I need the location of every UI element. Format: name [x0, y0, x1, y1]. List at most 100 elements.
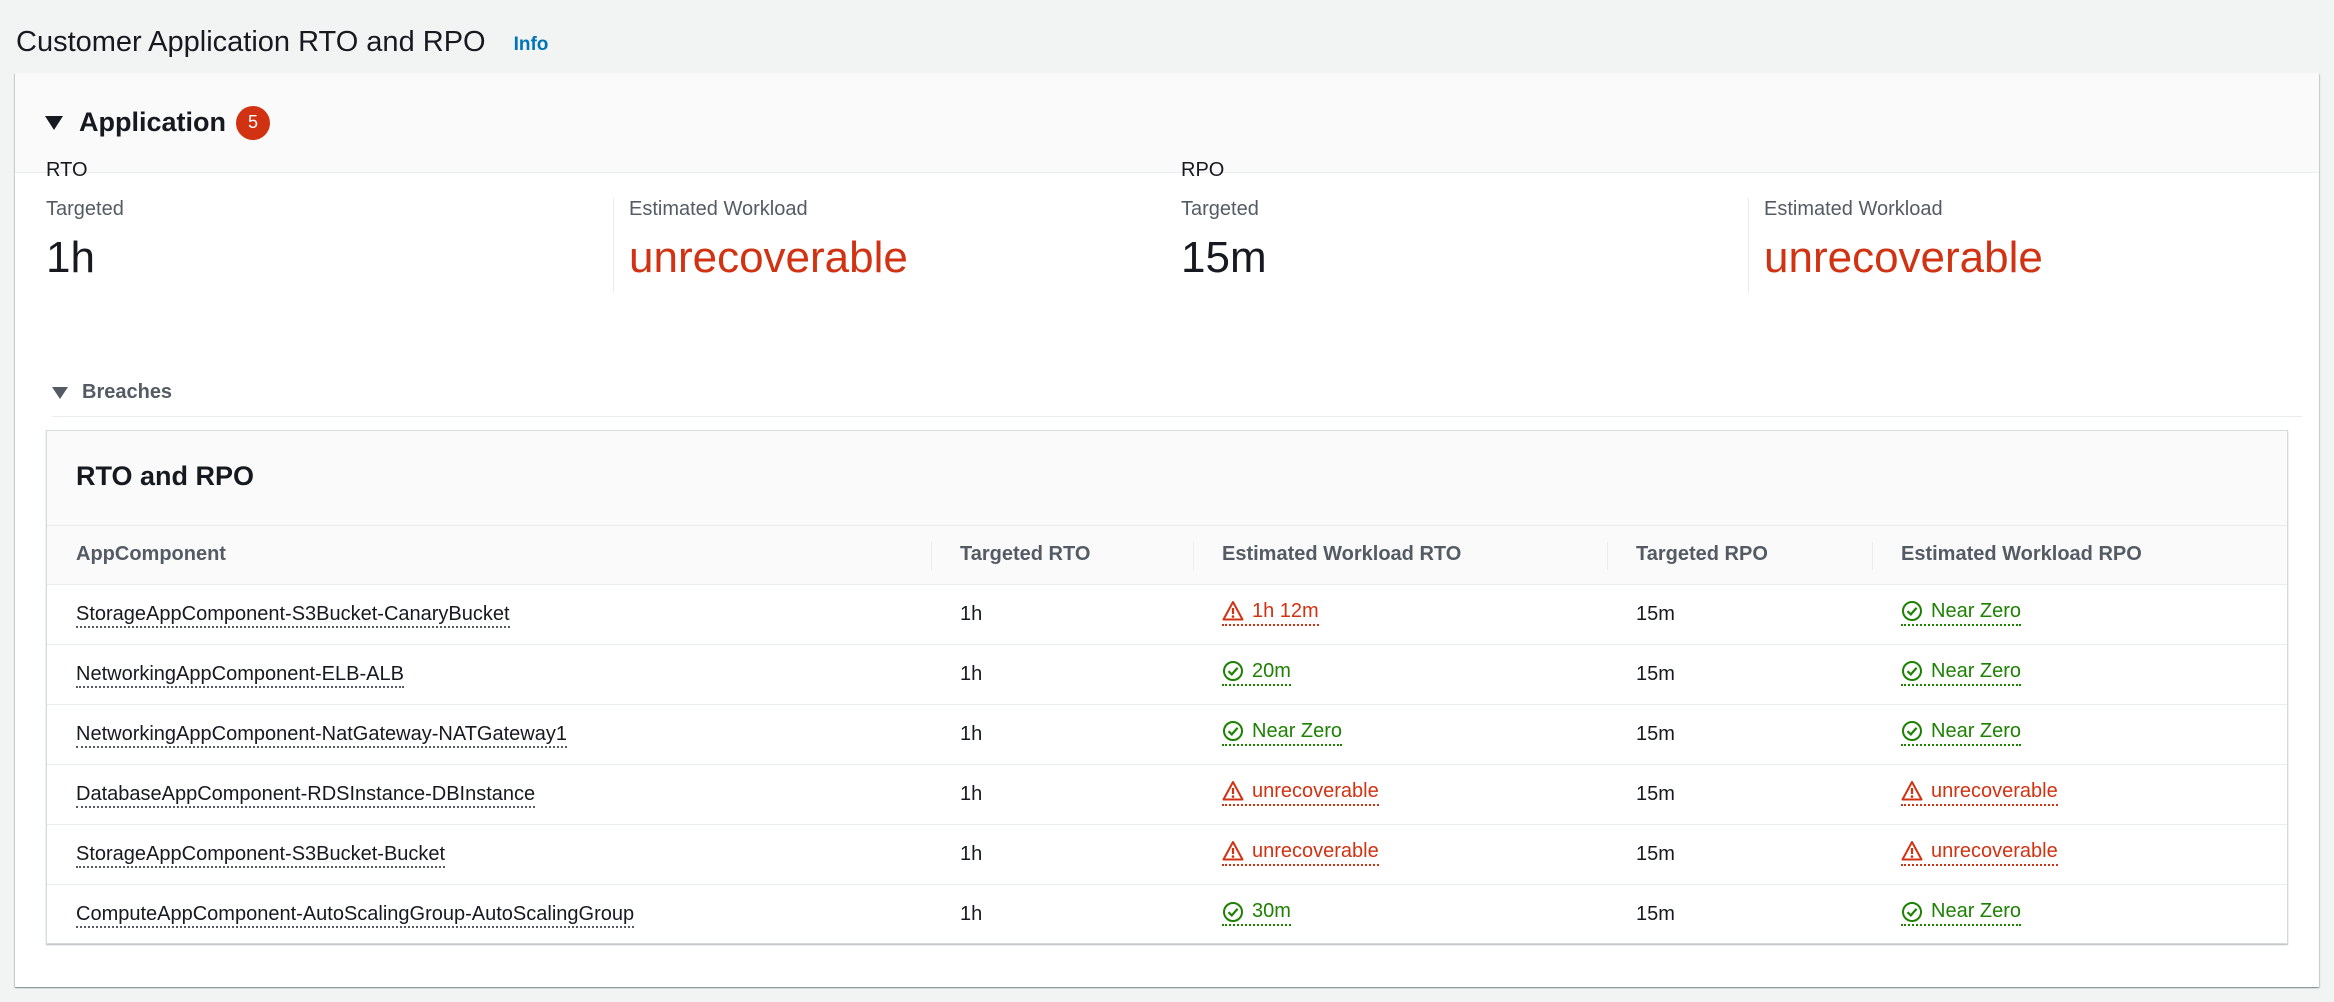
- estimated-rto-value: 20m: [1252, 659, 1291, 682]
- cell-estimated-rpo: Near Zero: [1872, 644, 2287, 705]
- status-warning-icon: [1901, 780, 1931, 802]
- estimated-rpo-value: Near Zero: [1931, 900, 2022, 922]
- estimated-rto-status[interactable]: unrecoverable: [1222, 840, 1379, 866]
- rpo-targeted-label: Targeted: [1181, 198, 1259, 220]
- estimated-rto-status[interactable]: Near Zero: [1222, 719, 1343, 746]
- column-header-appcomponent: AppComponent: [47, 526, 931, 585]
- cell-targeted-rto: 1h: [931, 584, 1193, 645]
- estimated-rpo-status[interactable]: Near Zero: [1901, 719, 2022, 746]
- caret-down-icon: [45, 115, 63, 130]
- rto-estimated-value: unrecoverable: [629, 233, 908, 282]
- status-success-icon: [1222, 720, 1252, 742]
- rpo-estimated-value: unrecoverable: [1764, 233, 2043, 282]
- breaches-label: Breaches: [82, 381, 173, 403]
- rto-rpo-table-card: RTO and RPO AppComponent Targeted RTO Es…: [46, 430, 2288, 944]
- estimated-rto-value: unrecoverable: [1252, 839, 1379, 862]
- application-title: Application: [79, 107, 226, 137]
- cell-targeted-rpo: 15m: [1607, 584, 1872, 645]
- estimated-rpo-status[interactable]: Near Zero: [1901, 659, 2022, 686]
- status-success-icon: [1901, 901, 1931, 923]
- caret-down-icon: [52, 386, 68, 399]
- cell-appcomponent: NetworkingAppComponent-ELB-ALB: [47, 644, 931, 705]
- cell-estimated-rto: 1h 12m: [1193, 584, 1607, 645]
- page-title: Customer Application RTO and RPO: [16, 25, 486, 58]
- appcomponent-link[interactable]: DatabaseAppComponent-RDSInstance-DBInsta…: [76, 782, 536, 808]
- cell-estimated-rpo: Near Zero: [1872, 584, 2287, 645]
- rto-estimated-label: Estimated Workload: [629, 198, 808, 220]
- table-row: StorageAppComponent-S3Bucket-Bucket 1h unr…: [47, 824, 2287, 885]
- column-header-estimated-rto: Estimated Workload RTO: [1193, 526, 1607, 585]
- cell-estimated-rto: 30m: [1193, 884, 1607, 944]
- appcomponent-link[interactable]: NetworkingAppComponent-ELB-ALB: [76, 662, 404, 688]
- cell-targeted-rto: 1h: [931, 824, 1193, 885]
- count-badge: 5: [236, 105, 270, 140]
- info-link[interactable]: Info: [514, 34, 549, 56]
- appcomponent-link[interactable]: ComputeAppComponent-AutoScalingGroup-Aut…: [76, 902, 635, 928]
- appcomponent-link[interactable]: NetworkingAppComponent-NatGateway-NATGat…: [76, 722, 567, 748]
- estimated-rpo-value: Near Zero: [1931, 719, 2022, 742]
- metrics-panel: RTO Targeted 1h Estimated Workload unrec…: [15, 159, 2319, 413]
- cell-appcomponent: StorageAppComponent-S3Bucket-Bucket: [47, 824, 931, 885]
- appcomponent-link[interactable]: StorageAppComponent-S3Bucket-Bucket: [76, 842, 446, 868]
- estimated-rpo-value: unrecoverable: [1931, 779, 2058, 802]
- estimated-rpo-value: Near Zero: [1931, 659, 2022, 682]
- table-header-area: RTO and RPO: [47, 431, 2287, 526]
- table-body: StorageAppComponent-S3Bucket-CanaryBucke…: [47, 584, 2287, 944]
- appcomponent-link[interactable]: StorageAppComponent-S3Bucket-CanaryBucke…: [76, 602, 510, 628]
- cell-appcomponent: StorageAppComponent-S3Bucket-CanaryBucke…: [47, 584, 931, 645]
- estimated-rto-status[interactable]: 1h 12m: [1222, 600, 1319, 626]
- estimated-rpo-status[interactable]: Near Zero: [1901, 900, 2022, 926]
- status-success-icon: [1901, 660, 1931, 682]
- estimated-rpo-status[interactable]: unrecoverable: [1901, 780, 2058, 806]
- breaches-divider: [52, 416, 2302, 417]
- status-success-icon: [1901, 600, 1931, 622]
- rto-targeted-value: 1h: [46, 233, 95, 282]
- cell-appcomponent: NetworkingAppComponent-NatGateway-NATGat…: [47, 704, 931, 765]
- rto-group-label: RTO: [46, 159, 88, 181]
- cell-targeted-rpo: 15m: [1607, 764, 1872, 825]
- estimated-rpo-status[interactable]: unrecoverable: [1901, 840, 2058, 866]
- estimated-rpo-value: Near Zero: [1931, 599, 2022, 622]
- cell-targeted-rpo: 15m: [1607, 704, 1872, 765]
- status-success-icon: [1901, 720, 1931, 742]
- table-header-row: AppComponent Targeted RTO Estimated Work…: [47, 526, 2287, 585]
- column-header-estimated-rpo: Estimated Workload RPO: [1872, 526, 2287, 585]
- estimated-rto-status[interactable]: 20m: [1222, 660, 1291, 686]
- estimated-rpo-status[interactable]: Near Zero: [1901, 599, 2022, 626]
- table-row: ComputeAppComponent-AutoScalingGroup-Aut…: [47, 884, 2287, 944]
- cell-estimated-rpo: Near Zero: [1872, 704, 2287, 765]
- rto-targeted-label: Targeted: [46, 198, 124, 220]
- cell-targeted-rpo: 15m: [1636, 902, 1675, 925]
- table-row: StorageAppComponent-S3Bucket-CanaryBucke…: [47, 584, 2287, 645]
- estimated-rto-value: 1h 12m: [1252, 599, 1319, 622]
- status-success-icon: [1222, 901, 1252, 923]
- estimated-rto-status[interactable]: unrecoverable: [1222, 780, 1379, 806]
- rto-rpo-table: AppComponent Targeted RTO Estimated Work…: [47, 526, 2287, 944]
- cell-appcomponent: DatabaseAppComponent-RDSInstance-DBInsta…: [47, 764, 931, 825]
- page-header: Customer Application RTO and RPO Info: [16, 22, 548, 62]
- application-expand-toggle[interactable]: Application 5: [15, 73, 2319, 173]
- breaches-expand-toggle[interactable]: Breaches: [52, 381, 172, 404]
- estimated-rto-value: 30m: [1252, 900, 1291, 922]
- table-row: NetworkingAppComponent-ELB-ALB 1h 20m 15m Ne…: [47, 644, 2287, 705]
- rpo-targeted-value: 15m: [1181, 233, 1267, 282]
- cell-estimated-rto: Near Zero: [1193, 704, 1607, 765]
- column-header-targeted-rto: Targeted RTO: [931, 526, 1193, 585]
- estimated-rto-value: Near Zero: [1252, 719, 1343, 742]
- status-warning-icon: [1222, 600, 1252, 622]
- estimated-rto-status[interactable]: 30m: [1222, 900, 1291, 926]
- estimated-rpo-value: unrecoverable: [1931, 839, 2058, 862]
- cell-estimated-rto: unrecoverable: [1193, 824, 1607, 885]
- cell-targeted-rto: 1h: [931, 644, 1193, 705]
- rpo-estimated-label: Estimated Workload: [1764, 198, 1943, 220]
- cell-estimated-rpo: unrecoverable: [1872, 764, 2287, 825]
- cell-targeted-rto: 1h: [931, 764, 1193, 825]
- status-success-icon: [1222, 660, 1252, 682]
- cell-estimated-rpo: unrecoverable: [1872, 824, 2287, 885]
- column-header-targeted-rpo: Targeted RPO: [1607, 526, 1872, 585]
- status-warning-icon: [1222, 780, 1252, 802]
- metric-divider: [1748, 198, 1749, 293]
- estimated-rto-value: unrecoverable: [1252, 779, 1379, 802]
- table-row: DatabaseAppComponent-RDSInstance-DBInsta…: [47, 764, 2287, 825]
- status-warning-icon: [1222, 840, 1252, 862]
